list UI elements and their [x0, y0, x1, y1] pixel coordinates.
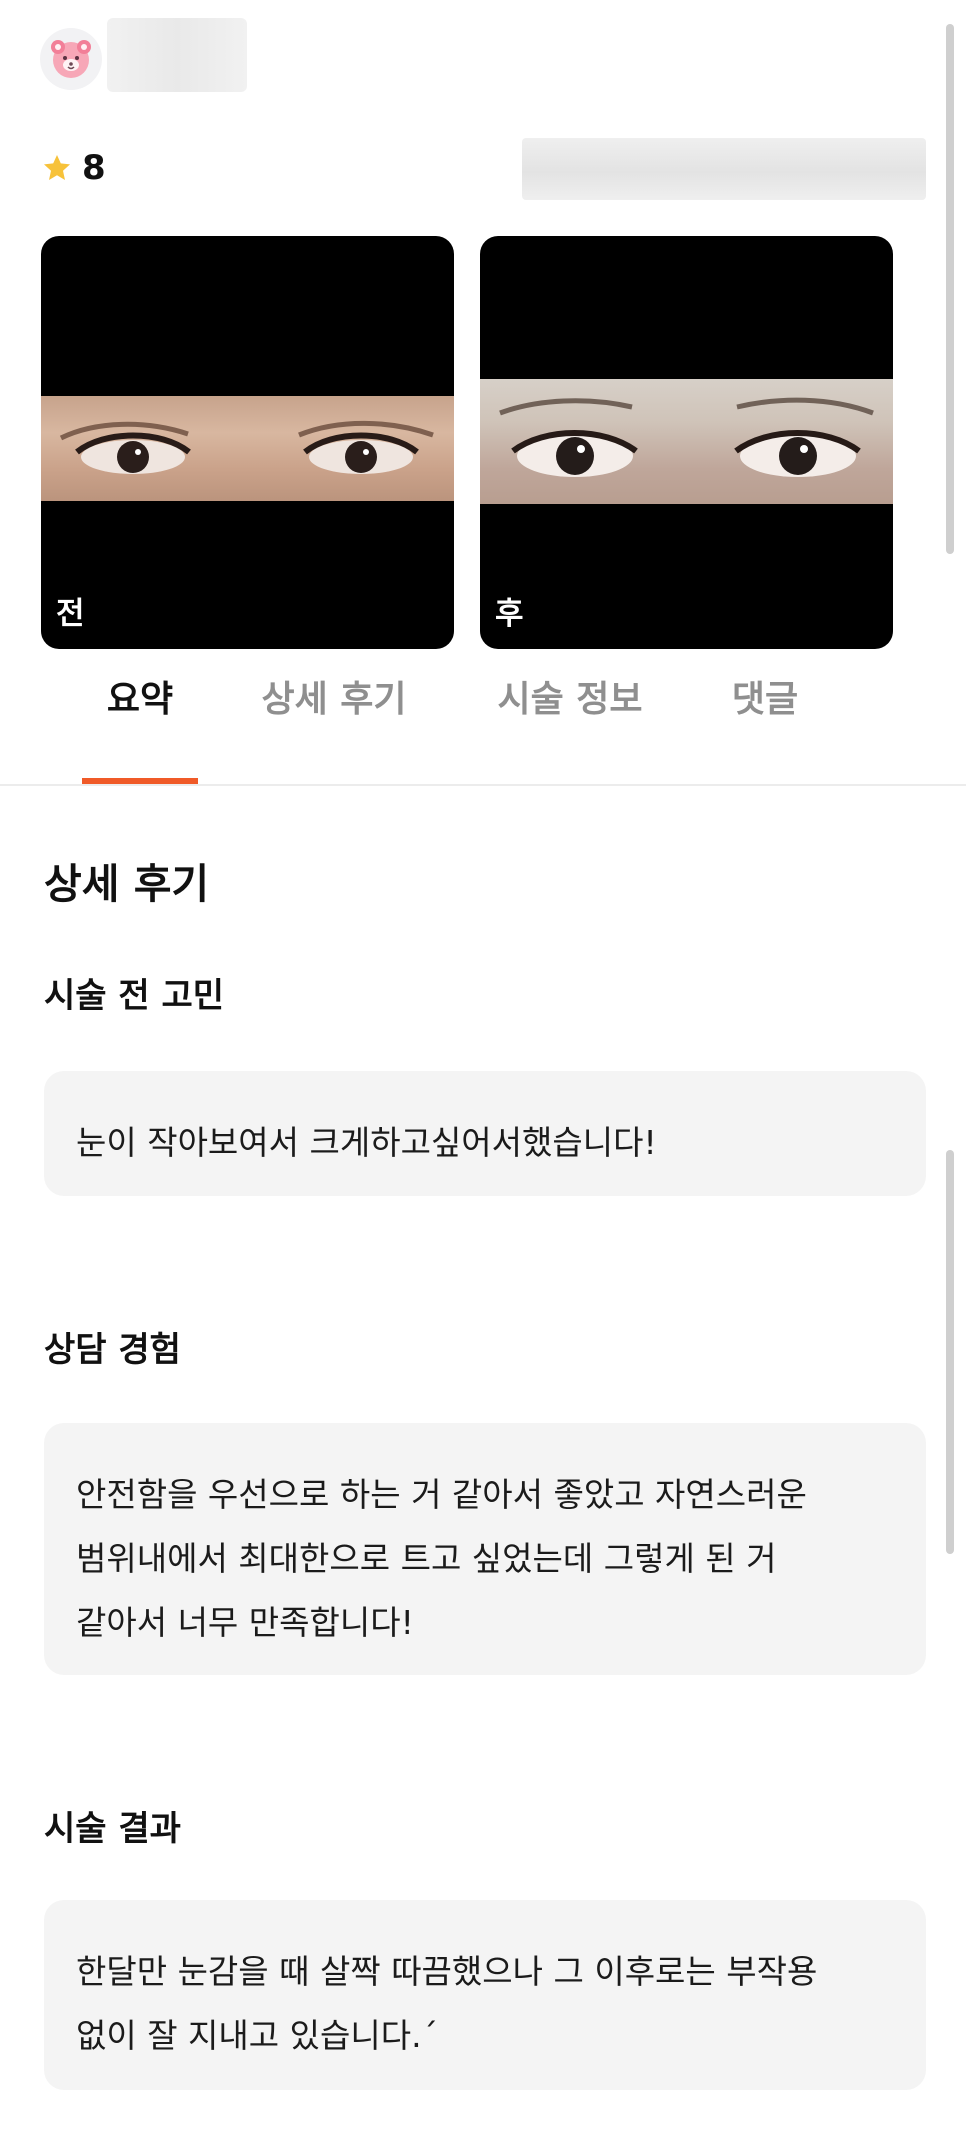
pre-procedure-concern-heading: 시술 전 고민 — [44, 976, 225, 1016]
tab-procedure-info-label: 시술 정보 — [497, 679, 643, 720]
tab-summary[interactable]: 요약 — [82, 676, 198, 784]
consultation-experience-line-2: 범위내에서 최대한으로 트고 싶었는데 그렇게 된 거 — [76, 1539, 777, 1578]
consultation-experience-line-3: 같아서 너무 만족합니다! — [76, 1603, 414, 1642]
rating: 8 — [42, 148, 106, 188]
consultation-experience-line-1: 안전함을 우선으로 하는 거 같아서 좋았고 자연스러운 — [76, 1475, 807, 1514]
tab-summary-label: 요약 — [106, 679, 174, 720]
before-label: 전 — [56, 596, 85, 632]
review-tabs: 요약 상세 후기 시술 정보 댓글 — [0, 676, 966, 786]
eye-strip-before — [41, 396, 454, 501]
before-photo[interactable]: 전 — [41, 236, 454, 649]
star-icon — [44, 155, 70, 180]
tab-detail-review-label: 상세 후기 — [261, 679, 407, 720]
scrollbar-top[interactable] — [946, 24, 954, 554]
tab-comments-label: 댓글 — [731, 679, 799, 720]
pre-procedure-concern-card: 눈이 작아보여서 크게하고싶어서했습니다! — [44, 1071, 926, 1196]
username-placeholder — [107, 18, 247, 92]
rating-value: 8 — [82, 148, 106, 188]
tab-procedure-info[interactable]: 시술 정보 — [493, 676, 647, 784]
after-photo[interactable]: 후 — [480, 236, 893, 649]
procedure-result-card: 한달만 눈감을 때 살짝 따끔했으나 그 이후로는 부작용 없이 잘 지내고 있… — [44, 1900, 926, 2090]
tab-detail-review[interactable]: 상세 후기 — [257, 676, 411, 784]
procedure-result-line-1: 한달만 눈감을 때 살짝 따끔했으나 그 이후로는 부작용 — [76, 1952, 818, 1991]
section-title: 상세 후기 — [44, 860, 210, 908]
scrollbar-bottom[interactable] — [946, 1150, 954, 1554]
pre-procedure-concern-line-1: 눈이 작아보여서 크게하고싶어서했습니다! — [76, 1123, 657, 1162]
procedure-result-line-2: 없이 잘 지내고 있습니다.ˊ — [76, 2016, 439, 2055]
consultation-experience-card: 안전함을 우선으로 하는 거 같아서 좋았고 자연스러운 범위내에서 최대한으로… — [44, 1423, 926, 1675]
photo-gallery: 전 후 — [41, 236, 893, 649]
after-label: 후 — [495, 596, 524, 632]
eye-strip-after — [480, 379, 893, 504]
procedure-result-heading: 시술 결과 — [44, 1809, 181, 1849]
review-meta-placeholder — [522, 138, 926, 200]
tab-comments[interactable]: 댓글 — [725, 676, 805, 784]
bear-avatar-icon — [51, 40, 91, 78]
profile-avatar[interactable] — [40, 28, 102, 90]
consultation-experience-heading: 상담 경험 — [44, 1330, 181, 1370]
